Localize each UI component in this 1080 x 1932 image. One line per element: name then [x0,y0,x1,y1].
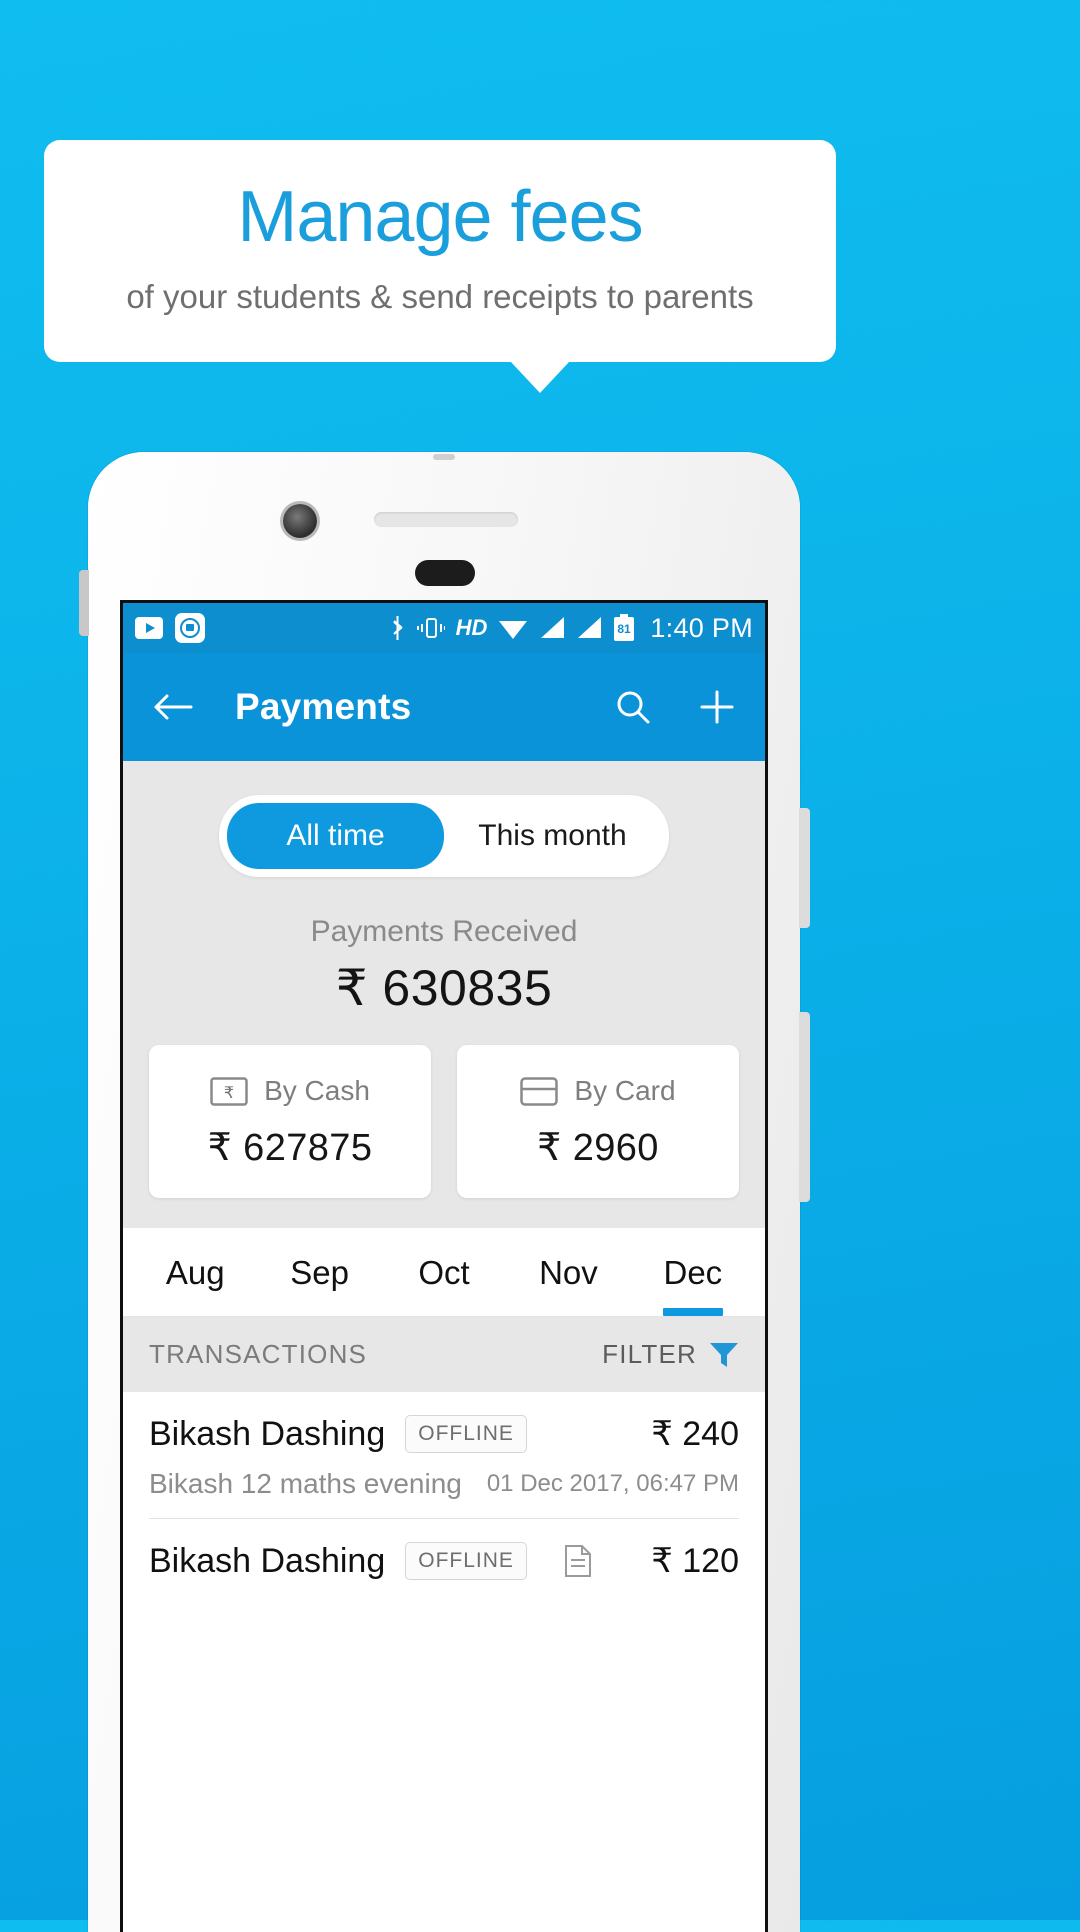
funnel-icon [710,1342,738,1367]
month-tab-sep[interactable]: Sep [257,1228,381,1316]
svg-text:81: 81 [618,622,632,636]
phone-power-button [799,1012,810,1202]
phone-mockup: HD 81 1:40 PM Payments All time This mon… [79,452,810,1932]
month-tab-aug-label: Aug [165,1254,225,1291]
filter-button[interactable]: FILTER [602,1339,739,1370]
payment-method-cards: ₹ By Cash ₹ 627875 By Card ₹ 2960 [123,1017,765,1228]
month-tab-dec-label: Dec [663,1254,723,1291]
camera-app-icon [175,613,205,643]
vibrate-icon [416,618,445,638]
proximity-sensor [415,560,475,586]
credit-card-icon [520,1076,559,1106]
youtube-icon [135,617,163,639]
segment-this-month[interactable]: This month [444,803,661,869]
month-tabs[interactable]: Aug Sep Oct Nov Dec [123,1228,765,1317]
payments-received-label: Payments Received [310,915,578,948]
month-tab-aug[interactable]: Aug [133,1228,257,1316]
transaction-description: Bikash 12 maths evening [149,1468,462,1499]
transactions-header: TRANSACTIONS FILTER [123,1317,765,1392]
status-bar: HD 81 1:40 PM [123,603,765,653]
page-title: Payments [235,686,412,727]
month-tab-oct-label: Oct [418,1254,470,1291]
back-arrow-icon[interactable] [153,691,193,723]
svg-text:₹: ₹ [224,1085,234,1102]
by-cash-amount: ₹ 627875 [207,1127,373,1169]
by-card-amount: ₹ 2960 [537,1127,659,1169]
phone-left-button [79,570,89,636]
app-bar: Payments [123,653,765,761]
transaction-amount: ₹ 240 [651,1415,739,1453]
bluetooth-icon [392,616,403,640]
front-camera-icon [283,504,317,538]
status-bar-time: 1:40 PM [650,612,753,643]
by-cash-card[interactable]: ₹ By Cash ₹ 627875 [149,1045,431,1198]
active-tab-indicator [662,1308,723,1316]
summary-section: All time This month Payments Received ₹ … [123,761,765,1228]
promo-title: Manage fees [237,177,643,258]
transactions-list: Bikash Dashing OFFLINE ₹ 240 Bikash 12 m… [123,1392,765,1581]
cash-note-icon: ₹ [210,1076,248,1106]
by-card-card[interactable]: By Card ₹ 2960 [457,1045,739,1198]
table-row[interactable]: Bikash Dashing OFFLINE ₹ 240 Bikash 12 m… [149,1392,739,1519]
signal-icon-1 [541,617,565,638]
phone-screen: HD 81 1:40 PM Payments All time This mon… [120,600,768,1932]
promo-callout: Manage fees of your students & send rece… [44,140,836,362]
month-tab-dec[interactable]: Dec [631,1228,755,1316]
signal-icon-2 [578,617,602,638]
callout-tail [510,361,570,393]
promo-subtitle: of your students & send receipts to pare… [126,277,754,315]
by-card-label: By Card [574,1075,676,1106]
filter-label: FILTER [602,1339,697,1369]
phone-top-notch [433,454,455,460]
phone-volume-button [799,808,810,928]
month-tab-nov-label: Nov [539,1254,598,1291]
hd-icon: HD [455,615,488,640]
transaction-date: 01 Dec 2017, 06:47 PM [486,1470,739,1497]
plus-icon[interactable] [699,689,735,725]
payments-received-amount: ₹ 630835 [335,960,553,1016]
battery-icon: 81 [614,614,635,641]
receipt-document-icon[interactable] [564,1544,592,1578]
transactions-title: TRANSACTIONS [149,1339,368,1369]
status-badge: OFFLINE [405,1542,527,1580]
earpiece-speaker [374,512,518,527]
wifi-icon [499,621,528,639]
table-row[interactable]: Bikash Dashing OFFLINE ₹ 120 [149,1519,739,1581]
status-badge: OFFLINE [405,1415,527,1453]
search-icon[interactable] [615,689,651,725]
month-tab-nov[interactable]: Nov [506,1228,630,1316]
transaction-amount: ₹ 120 [651,1542,739,1580]
transaction-name: Bikash Dashing [149,1541,386,1580]
month-tab-sep-label: Sep [290,1254,349,1291]
segment-all-time[interactable]: All time [227,803,444,869]
month-tab-oct[interactable]: Oct [382,1228,506,1316]
by-cash-label: By Cash [264,1075,370,1106]
time-range-toggle[interactable]: All time This month [219,795,669,877]
transaction-name: Bikash Dashing [149,1414,386,1453]
